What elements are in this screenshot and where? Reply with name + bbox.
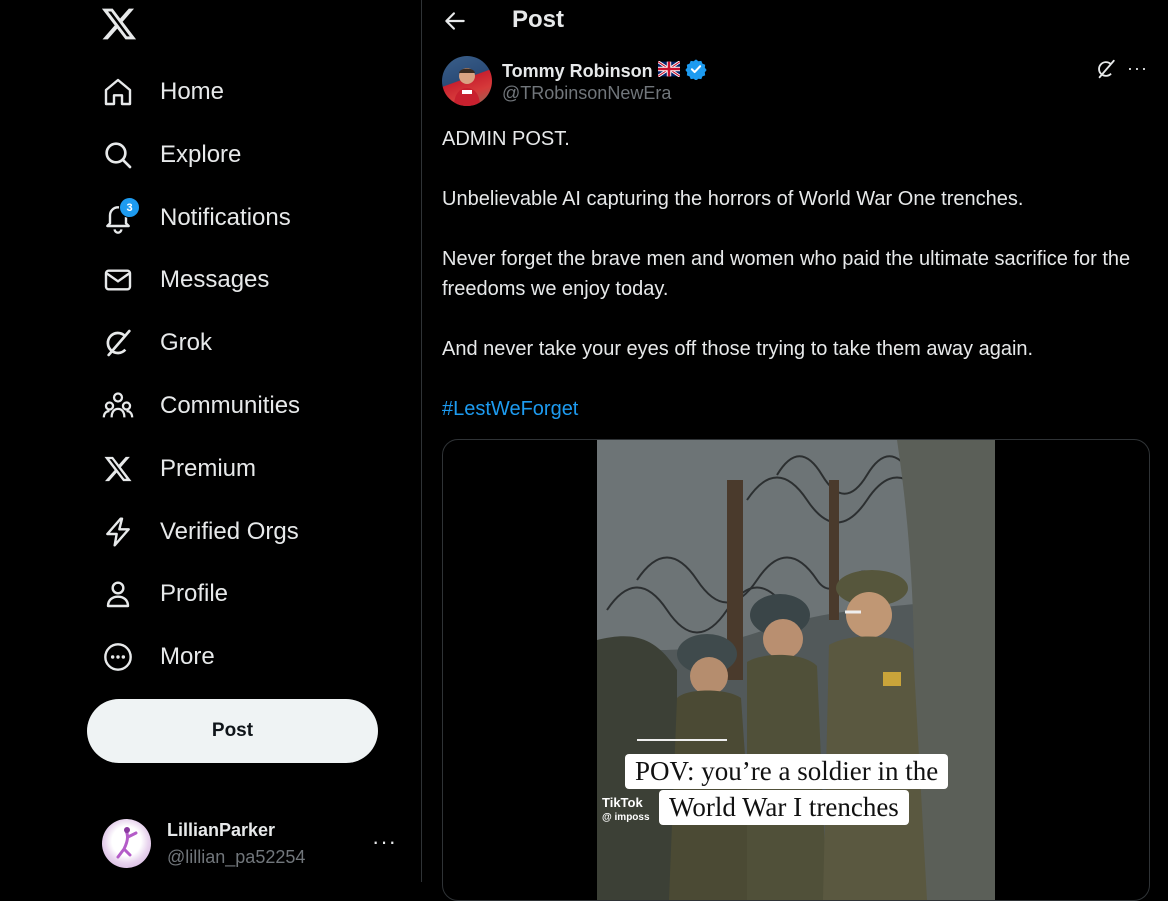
author-name-row[interactable]: Tommy Robinson <box>502 58 707 85</box>
account-switcher[interactable]: LillianParker @lillian_pa52254 ··· <box>102 815 402 871</box>
account-name: LillianParker <box>167 820 276 840</box>
media-image: POV: you’re a soldier in the World War I… <box>597 440 995 900</box>
nav-grok-label: Grok <box>160 329 213 356</box>
uk-flag-icon <box>656 60 681 82</box>
search-icon <box>100 137 136 173</box>
video-caption-line-1: POV: you’re a soldier in the <box>625 754 949 789</box>
page-title: Post <box>512 6 565 33</box>
x-logo-icon[interactable] <box>100 5 138 43</box>
post-text-line-1: ADMIN POST. <box>442 128 570 150</box>
post-text-line-4: And never take your eyes off those tryin… <box>442 338 1034 360</box>
nav-explore-label: Explore <box>160 141 242 168</box>
notification-badge: 3 <box>119 197 140 218</box>
grok-icon <box>100 325 136 361</box>
nav-communities[interactable]: Communities <box>100 381 300 431</box>
nav-grok[interactable]: Grok <box>100 318 212 368</box>
grok-icon[interactable] <box>1095 58 1117 80</box>
people-icon <box>100 388 136 424</box>
nav-explore[interactable]: Explore <box>100 130 241 180</box>
video-caption-line-2: World War I trenches <box>659 790 909 825</box>
verified-badge-icon <box>685 58 707 85</box>
back-arrow-icon[interactable] <box>442 8 468 34</box>
author-name: Tommy Robinson <box>502 61 653 81</box>
nav-messages[interactable]: Messages <box>100 255 269 305</box>
nav-profile-label: Profile <box>160 580 229 607</box>
nav-verified-orgs[interactable]: Verified Orgs <box>100 507 299 557</box>
nav-notifications-label: Notifications <box>160 204 291 231</box>
home-icon <box>100 74 136 110</box>
nav-communities-label: Communities <box>160 392 301 419</box>
nav-more-label: More <box>160 643 215 670</box>
post-text-line-3: Never forget the brave men and women who… <box>442 248 1131 300</box>
post-more-icon[interactable]: ··· <box>1127 58 1148 79</box>
post-media[interactable]: POV: you’re a soldier in the World War I… <box>442 439 1150 901</box>
hashtag-link[interactable]: #LestWeForget <box>442 394 1142 424</box>
nav-profile[interactable]: Profile <box>100 569 228 619</box>
person-icon <box>100 576 136 612</box>
avatar <box>102 819 151 868</box>
nav-more[interactable]: More <box>100 632 215 682</box>
author-handle[interactable]: @TRobinsonNewEra <box>502 83 671 104</box>
nav-home-label: Home <box>160 78 225 105</box>
account-more-icon[interactable]: ··· <box>372 829 397 855</box>
nav-home[interactable]: Home <box>100 67 224 117</box>
x-logo-icon <box>100 451 136 487</box>
post-detail: Post Tommy Robinson @TRobinsonNewEra ···… <box>422 0 1168 901</box>
tiktok-watermark-user: @ imposs <box>602 812 650 823</box>
post-text-line-2: Unbelievable AI capturing the horrors of… <box>442 188 1024 210</box>
trench-scene-illustration <box>597 440 995 900</box>
nav-messages-label: Messages <box>160 266 270 293</box>
lightning-icon <box>100 514 136 550</box>
nav-verified-orgs-label: Verified Orgs <box>160 518 299 545</box>
sidebar-nav: Home Explore 3 Notifications Messages Gr… <box>0 0 421 882</box>
tiktok-watermark: TikTok <box>602 795 643 810</box>
nav-premium[interactable]: Premium <box>100 444 256 494</box>
nav-notifications[interactable]: 3 Notifications <box>100 193 291 243</box>
author-avatar[interactable] <box>442 56 492 106</box>
bell-icon: 3 <box>100 197 140 236</box>
account-handle: @lillian_pa52254 <box>167 847 306 867</box>
post-button[interactable]: Post <box>87 699 378 763</box>
nav-premium-label: Premium <box>160 455 257 482</box>
more-circle-icon <box>100 639 136 675</box>
envelope-icon <box>100 262 136 298</box>
